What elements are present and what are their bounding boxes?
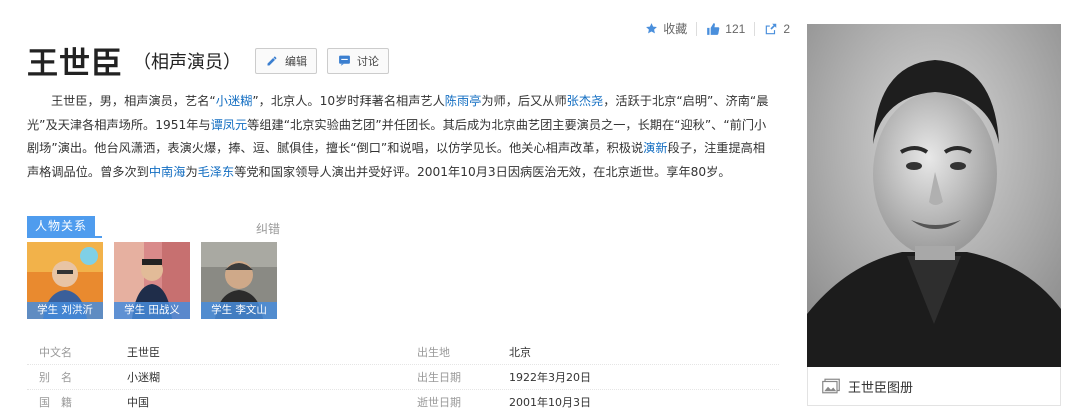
share-icon	[766, 23, 777, 34]
title-row: 王世臣 （相声演员） 编辑 讨论	[27, 38, 389, 83]
page-subtitle: （相声演员）	[133, 51, 241, 73]
table-row: 中文名 王世臣 出生地 北京	[27, 340, 779, 365]
thumbs-up-icon	[707, 22, 720, 35]
link-zhongnanhai[interactable]: 中南海	[149, 165, 186, 179]
album-link[interactable]: 王世臣图册	[807, 367, 1061, 406]
pencil-icon	[265, 54, 279, 68]
link-chen-yuting[interactable]: 陈雨亭	[445, 94, 482, 108]
summary-text: ”，北京人。10岁时拜著名相声艺人	[252, 94, 445, 108]
summary-text: 等党和国家领导人演出并受好评。2001年10月3日因病医治无效，在北京逝世。享年…	[234, 164, 731, 179]
link-tan-fengyuan[interactable]: 谭凤元	[211, 118, 248, 132]
favorite-button[interactable]: 收藏	[645, 20, 687, 37]
info-key: 国 籍	[39, 396, 72, 409]
link-xiaomihu[interactable]: 小迷糊	[216, 94, 253, 108]
table-row: 国 籍 中国 逝世日期 2001年10月3日	[27, 390, 779, 414]
relations-tab[interactable]: 人物关系	[27, 216, 96, 236]
info-key: 中文名	[39, 346, 72, 359]
info-value: 王世臣	[127, 346, 160, 359]
relations-list: 学生 刘洪沂 学生 田战义 学生 李文山	[27, 242, 277, 319]
info-key: 逝世日期	[417, 396, 461, 409]
portrait-image	[807, 24, 1061, 367]
relation-card[interactable]: 学生 刘洪沂	[27, 242, 103, 319]
chat-icon	[337, 54, 351, 68]
summary-text: 为师，后又从师	[481, 94, 567, 108]
relations-underline	[27, 236, 102, 238]
table-row: 别 名 小迷糊 出生日期 1922年3月20日	[27, 365, 779, 390]
info-key: 出生日期	[417, 371, 461, 384]
info-value: 1922年3月20日	[509, 371, 591, 384]
lemma-summary: 王世臣，男，相声演员，艺名“小迷糊”，北京人。10岁时拜著名相声艺人陈雨亭为师，…	[27, 90, 777, 184]
discuss-button[interactable]: 讨论	[327, 47, 389, 74]
link-mao-zedong[interactable]: 毛泽东	[198, 165, 235, 179]
album-label: 王世臣图册	[848, 380, 914, 396]
summary-text: 王世臣，男，相声演员，艺名“	[51, 94, 216, 108]
relation-card[interactable]: 学生 田战义	[114, 242, 190, 319]
link-zhang-jieyao[interactable]: 张杰尧	[567, 94, 604, 108]
edit-label: 编辑	[285, 54, 307, 68]
share-button[interactable]: 2	[764, 22, 790, 36]
relations-header: 人物关系 纠错	[27, 216, 287, 238]
like-count: 121	[725, 21, 746, 36]
relation-caption: 学生 田战义	[114, 302, 190, 319]
star-icon	[646, 23, 658, 34]
favorite-label: 收藏	[663, 22, 688, 36]
page-title: 王世臣	[27, 46, 123, 82]
divider	[754, 21, 756, 36]
info-value: 中国	[127, 396, 149, 409]
link-yanxin[interactable]: 演新	[643, 141, 667, 155]
top-actions: 收藏 121 2	[645, 20, 790, 37]
relation-card[interactable]: 学生 李文山	[201, 242, 277, 319]
summary-text: 为	[185, 164, 198, 179]
basic-info-table: 中文名 王世臣 出生地 北京 别 名 小迷糊 出生日期 1922年3月20日 国…	[27, 340, 779, 414]
relation-caption: 学生 刘洪沂	[27, 302, 103, 319]
like-button[interactable]: 121	[706, 22, 745, 36]
image-gallery-icon	[822, 378, 840, 394]
discuss-label: 讨论	[357, 54, 379, 68]
info-value: 北京	[509, 346, 531, 359]
relation-caption: 学生 李文山	[201, 302, 277, 319]
share-count: 2	[783, 21, 790, 36]
portrait-photo[interactable]	[807, 24, 1061, 367]
info-key: 出生地	[417, 346, 450, 359]
divider	[696, 21, 698, 36]
correction-link[interactable]: 纠错	[256, 220, 280, 237]
info-value: 2001年10月3日	[509, 396, 591, 409]
info-value: 小迷糊	[127, 371, 160, 384]
info-key: 别 名	[39, 371, 72, 384]
edit-button[interactable]: 编辑	[255, 47, 317, 74]
